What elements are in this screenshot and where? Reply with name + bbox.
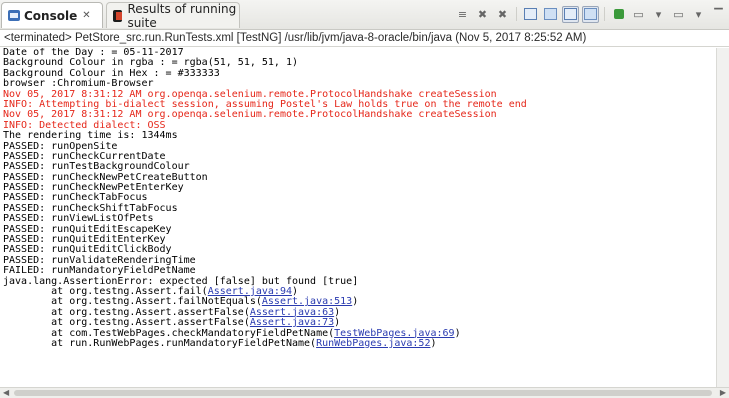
scroll-left-icon[interactable]: ◀ bbox=[3, 388, 9, 398]
stack-trace-text: at org.testng.Assert.assertFalse( bbox=[3, 317, 250, 329]
stack-trace-text: ) bbox=[334, 306, 341, 318]
show-on-output-icon[interactable] bbox=[582, 5, 599, 23]
tab-console[interactable]: Console ✕ bbox=[1, 2, 103, 28]
stack-trace-text: ) bbox=[454, 327, 461, 339]
stack-trace-text: ) bbox=[292, 285, 299, 297]
source-link[interactable]: Assert.java:73 bbox=[250, 317, 334, 328]
chevron-down-icon[interactable]: ▾ bbox=[650, 6, 667, 23]
toolbar-separator bbox=[604, 7, 605, 21]
source-link[interactable]: RunWebPages.java:52 bbox=[316, 338, 430, 349]
console-output[interactable]: Date of the Day : = 05-11-2017 Background… bbox=[0, 48, 716, 387]
source-link[interactable]: TestWebPages.java:69 bbox=[334, 328, 454, 339]
scroll-right-icon[interactable]: ▶ bbox=[720, 388, 726, 398]
source-link[interactable]: Assert.java:94 bbox=[208, 286, 292, 297]
tab-results-label: Results of running suite bbox=[127, 1, 237, 30]
display-selected-console-icon[interactable]: ▭ bbox=[630, 6, 647, 23]
terminate-icon[interactable]: ✖ bbox=[474, 6, 491, 23]
open-console-icon[interactable]: ▭ bbox=[670, 6, 687, 23]
stack-trace-text: at com.TestWebPages.checkMandatoryFieldP… bbox=[3, 327, 335, 339]
stack-trace-text: at org.testng.Assert.failNotEquals( bbox=[3, 296, 262, 308]
console-tab-bar: Console ✕ Results of running suite ≡ ✖ ✖… bbox=[0, 0, 729, 30]
toolbar-separator bbox=[516, 7, 517, 21]
remove-launch-icon[interactable]: ✖ bbox=[494, 6, 511, 23]
stack-trace-text: at org.testng.Assert.fail( bbox=[3, 285, 208, 297]
console-toolbar: ≡ ✖ ✖ ▭ ▾ ▭ ▾ ▔ bbox=[454, 4, 727, 24]
console-line: The rendering time is: 1344ms bbox=[3, 130, 178, 142]
horizontal-scrollbar[interactable]: ◀ ▶ bbox=[0, 387, 729, 398]
remove-all-terminated-icon[interactable]: ≡ bbox=[454, 6, 471, 23]
stack-trace-text: at run.RunWebPages.runMandatoryFieldPetN… bbox=[3, 337, 317, 349]
tab-results-of-running-suite[interactable]: Results of running suite bbox=[106, 1, 240, 30]
process-info-header: <terminated> PetStore_src.run.RunTests.x… bbox=[0, 30, 729, 47]
console-line: browser :Chromium-Browser bbox=[3, 78, 154, 90]
source-link[interactable]: Assert.java:513 bbox=[262, 296, 352, 307]
console-icon bbox=[8, 10, 20, 21]
pin-console-icon[interactable] bbox=[610, 6, 627, 23]
stack-trace-text: at org.testng.Assert.assertFalse( bbox=[3, 306, 250, 318]
tab-console-label: Console bbox=[24, 8, 78, 23]
source-link[interactable]: Assert.java:63 bbox=[250, 307, 334, 318]
minimize-icon[interactable]: ▔ bbox=[710, 6, 727, 23]
scrollbar-thumb[interactable] bbox=[14, 390, 712, 396]
stack-trace-text: ) bbox=[334, 317, 341, 329]
word-wrap-icon[interactable] bbox=[562, 5, 579, 23]
testng-icon bbox=[113, 9, 123, 22]
close-icon[interactable]: ✕ bbox=[82, 10, 90, 21]
clear-console-icon[interactable] bbox=[522, 6, 539, 23]
scroll-lock-icon[interactable] bbox=[542, 6, 559, 23]
chevron-down-icon[interactable]: ▾ bbox=[690, 6, 707, 23]
stack-trace-line: at run.RunWebPages.runMandatoryFieldPetN… bbox=[3, 337, 716, 349]
stack-trace-text: ) bbox=[430, 337, 437, 349]
stack-trace-text: ) bbox=[352, 296, 359, 308]
vertical-scrollbar[interactable] bbox=[716, 48, 729, 387]
